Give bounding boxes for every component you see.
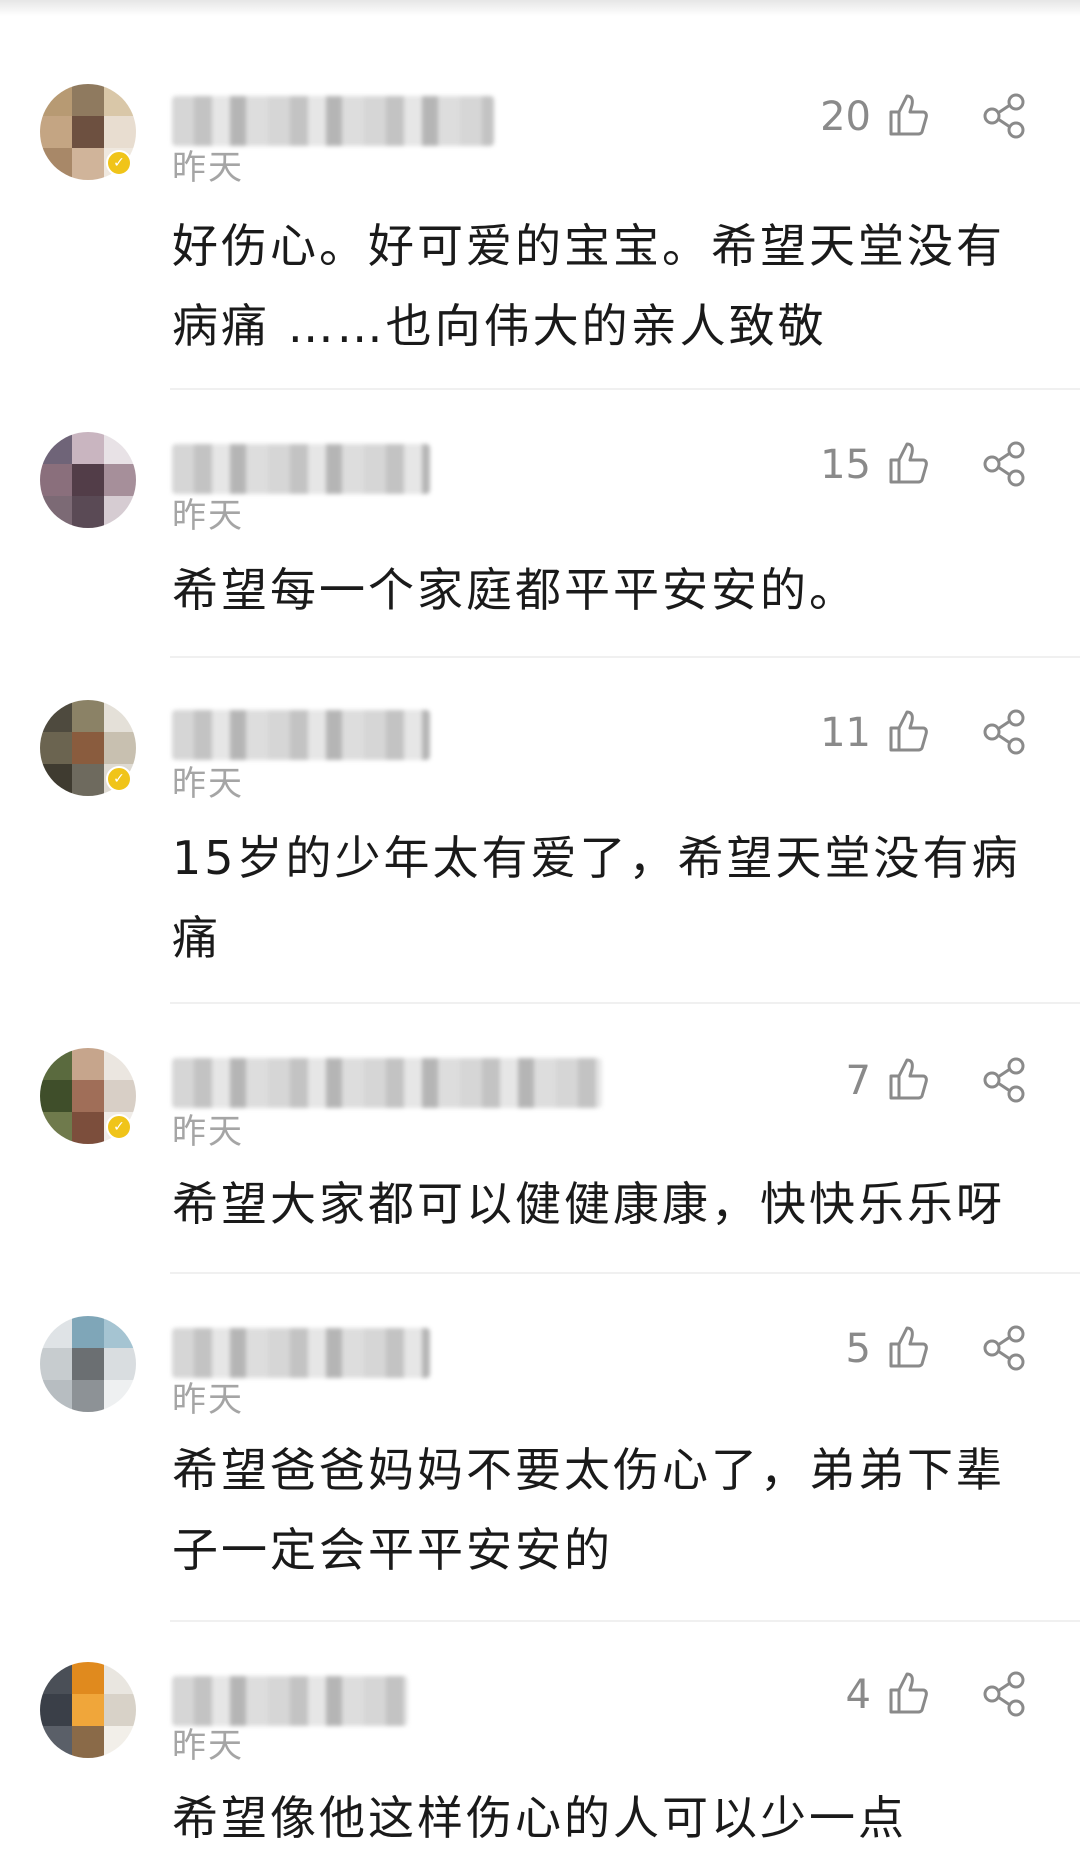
comment-text: 15岁的少年太有爱了，希望天堂没有病痛 (172, 831, 1021, 965)
divider (170, 1620, 1080, 1622)
verified-badge-icon: ✓ (106, 1114, 132, 1140)
divider (170, 656, 1080, 658)
verified-badge-icon: ✓ (106, 150, 132, 176)
like-count: 7 (845, 1058, 871, 1104)
like-count: 5 (845, 1326, 871, 1372)
thumbs-up-icon[interactable] (885, 1670, 931, 1716)
divider (170, 1002, 1080, 1004)
thumbs-up-icon[interactable] (885, 440, 931, 486)
avatar[interactable] (40, 432, 136, 528)
share-icon[interactable] (980, 1670, 1028, 1718)
comment-time: 昨天 (172, 148, 244, 188)
comment-text: 好伤心。好可爱的宝宝。希望天堂没有病痛 ……也向伟大的亲人致敬 (172, 219, 1005, 353)
comment-text: 希望大家都可以健健康康，快快乐乐呀 (172, 1177, 1005, 1231)
thumbs-up-icon[interactable] (885, 1056, 931, 1102)
like-count: 11 (820, 710, 871, 756)
comment-time: 昨天 (172, 764, 244, 804)
username-redacted[interactable] (172, 1058, 602, 1108)
thumbs-up-icon[interactable] (885, 92, 931, 138)
avatar[interactable] (40, 1316, 136, 1412)
thumbs-up-icon[interactable] (885, 708, 931, 754)
comment-time: 昨天 (172, 1112, 244, 1152)
share-icon[interactable] (980, 92, 1028, 140)
comment-time: 昨天 (172, 1726, 244, 1766)
comment-time: 昨天 (172, 496, 244, 536)
verified-badge-icon: ✓ (106, 766, 132, 792)
username-redacted[interactable] (172, 444, 430, 494)
share-icon[interactable] (980, 440, 1028, 488)
comment-text: 希望每一个家庭都平平安安的。 (172, 563, 858, 617)
share-icon[interactable] (980, 1324, 1028, 1372)
username-redacted[interactable] (172, 96, 494, 146)
like-count: 15 (820, 442, 871, 488)
divider (170, 388, 1080, 390)
share-icon[interactable] (980, 708, 1028, 756)
avatar-pixelated-image (40, 1316, 136, 1412)
like-count: 20 (820, 94, 871, 140)
avatar-pixelated-image (40, 432, 136, 528)
username-redacted[interactable] (172, 1328, 430, 1378)
avatar[interactable] (40, 1662, 136, 1758)
thumbs-up-icon[interactable] (885, 1324, 931, 1370)
username-redacted[interactable] (172, 710, 430, 760)
comment-text: 希望像他这样伤心的人可以少一点 (172, 1791, 907, 1845)
avatar-pixelated-image (40, 1662, 136, 1758)
like-count: 4 (845, 1672, 871, 1718)
comment-text: 希望爸爸妈妈不要太伤心了，弟弟下辈子一定会平平安安的 (172, 1443, 1005, 1577)
comment-time: 昨天 (172, 1380, 244, 1420)
divider (170, 1272, 1080, 1274)
top-edge-shadow (0, 0, 1080, 16)
share-icon[interactable] (980, 1056, 1028, 1104)
